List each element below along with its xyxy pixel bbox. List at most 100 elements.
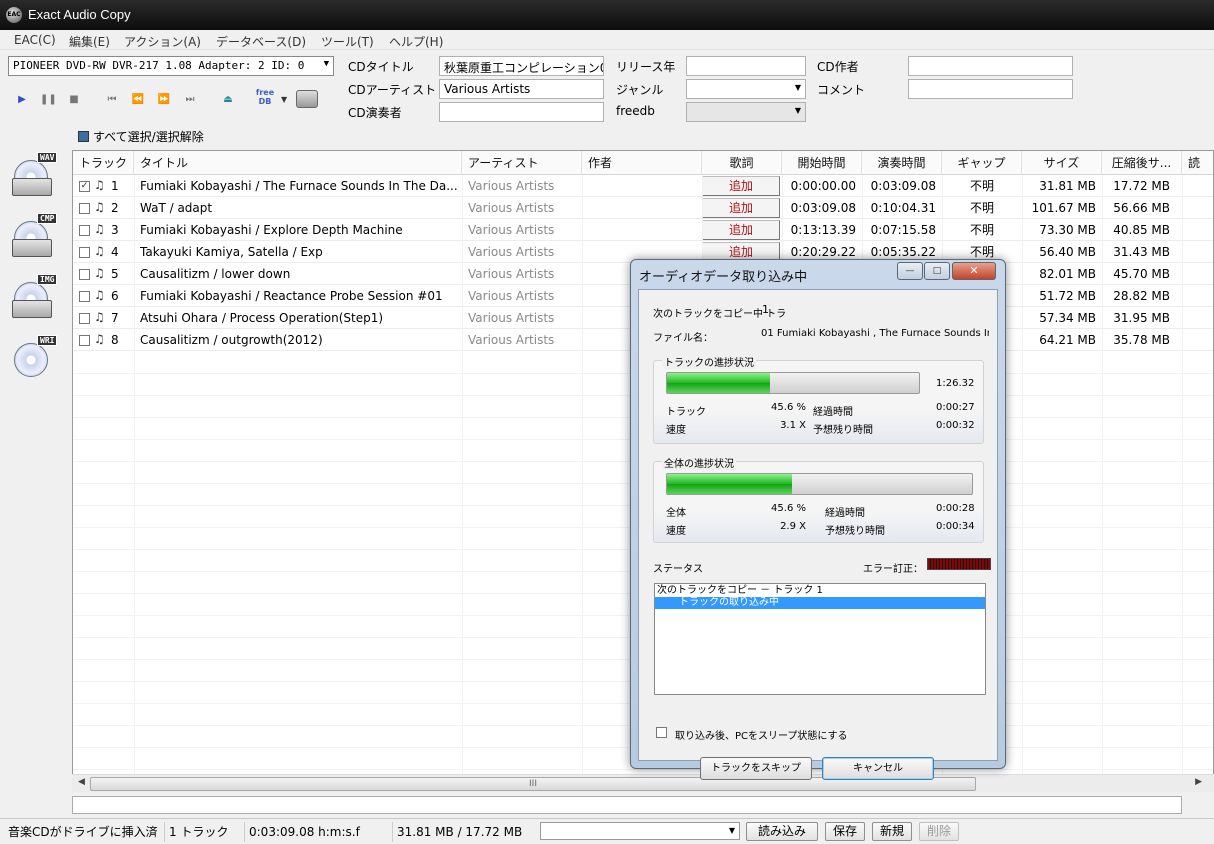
cd-performer-input[interactable] xyxy=(439,102,604,122)
chevron-down-icon[interactable]: ▼ xyxy=(281,95,287,104)
menu-edit[interactable]: 編集(E) xyxy=(69,33,110,50)
col-composer[interactable]: 作者 xyxy=(582,151,702,175)
sleep-checkbox-label: 取り込み後、PCをスリープ状態にする xyxy=(675,731,848,742)
save-button[interactable]: 保存 xyxy=(825,822,865,841)
grid-line xyxy=(73,769,1213,770)
menu-help[interactable]: ヘルプ(H) xyxy=(389,33,443,50)
select-all-toggle[interactable]: すべて選択/選択解除 xyxy=(78,128,204,145)
skip-track-button[interactable]: トラックをスキップ xyxy=(700,757,812,780)
col-gap[interactable]: ギャップ xyxy=(942,151,1022,175)
track-artist[interactable]: Various Artists xyxy=(468,285,580,307)
read-button[interactable]: 読み込み xyxy=(746,822,818,841)
log-strip xyxy=(72,796,1182,814)
track-title[interactable]: Takayuki Kamiya, Satella / Exp xyxy=(140,241,458,263)
drive-options-icon[interactable] xyxy=(296,90,318,108)
overall-progress-bar xyxy=(666,473,973,495)
copy-wav-button[interactable]: WAV xyxy=(10,152,62,204)
cd-artist-input[interactable]: Various Artists xyxy=(439,79,604,99)
music-note-icon: ♫ xyxy=(94,244,105,258)
add-lyrics-button[interactable]: 追加 xyxy=(702,220,780,240)
drive-select[interactable]: PIONEER DVD-RW DVR-217 1.08 Adapter: 2 I… xyxy=(8,56,334,76)
minimize-icon[interactable]: — xyxy=(897,262,923,280)
pause-icon[interactable]: ❚❚ xyxy=(40,92,57,108)
track-artist[interactable]: Various Artists xyxy=(468,241,580,263)
col-length[interactable]: 演奏時間 xyxy=(862,151,942,175)
col-start-time[interactable]: 開始時間 xyxy=(782,151,862,175)
menu-tools[interactable]: ツール(T) xyxy=(321,33,374,50)
col-compressed-size[interactable]: 圧縮後サ... xyxy=(1102,151,1182,175)
freedb-select[interactable]: ▼ xyxy=(686,102,806,122)
overall-remaining: 0:00:34 xyxy=(936,521,975,532)
cd-title-input[interactable]: 秋葉原重工コンピレーション01 xyxy=(439,56,604,76)
wri-tag: WRI xyxy=(37,335,58,346)
track-title[interactable]: Atsuhi Ohara / Process Operation(Step1) xyxy=(140,307,458,329)
rewind-icon[interactable]: ⏪ xyxy=(130,92,146,108)
col-size[interactable]: サイズ xyxy=(1022,151,1102,175)
track-artist[interactable]: Various Artists xyxy=(468,197,580,219)
release-year-input[interactable] xyxy=(686,56,806,76)
genre-select[interactable]: ▼ xyxy=(686,79,806,99)
cd-author-label: CD作者 xyxy=(817,60,859,74)
track-artist[interactable]: Various Artists xyxy=(468,263,580,285)
track-title[interactable]: Fumiaki Kobayashi / Explore Depth Machin… xyxy=(140,219,458,241)
profile-select[interactable]: ▼ xyxy=(540,822,740,840)
track-title[interactable]: WaT / adapt xyxy=(140,197,458,219)
add-lyrics-button[interactable]: 追加 xyxy=(702,198,780,218)
copy-compressed-button[interactable]: CMP xyxy=(10,213,62,265)
close-icon[interactable]: ✕ xyxy=(952,262,996,280)
table-row[interactable]: ♫ 3 Fumiaki Kobayashi / Explore Depth Mach… xyxy=(73,219,1213,241)
write-cd-button[interactable]: WRI xyxy=(10,335,62,387)
col-track[interactable]: トラック xyxy=(73,151,134,175)
copy-image-button[interactable]: IMG xyxy=(10,274,62,326)
play-icon[interactable]: ▶ xyxy=(14,92,30,108)
next-track-icon[interactable]: ⏭ xyxy=(182,92,198,108)
col-read[interactable]: 読 xyxy=(1182,151,1213,175)
track-checkbox[interactable] xyxy=(79,291,90,302)
track-checkbox[interactable]: ✓ xyxy=(79,181,90,192)
eject-icon[interactable]: ⏏ xyxy=(220,92,236,108)
music-note-icon: ♫ xyxy=(94,200,105,214)
table-row[interactable]: ✓ ♫ 1 Fumiaki Kobayashi / The Furnace Sound… xyxy=(73,175,1213,197)
comment-input[interactable] xyxy=(908,79,1073,99)
maximize-icon[interactable]: □ xyxy=(924,262,950,280)
track-checkbox[interactable] xyxy=(79,203,90,214)
column-divider xyxy=(462,175,463,775)
col-title[interactable]: タイトル xyxy=(134,151,462,175)
add-lyrics-button[interactable]: 追加 xyxy=(702,176,780,196)
track-title[interactable]: Fumiaki Kobayashi / Reactance Probe Sess… xyxy=(140,285,458,307)
previous-track-icon[interactable]: ⏮ xyxy=(104,92,120,108)
menu-action[interactable]: アクション(A) xyxy=(124,33,201,50)
track-title[interactable]: Fumiaki Kobayashi / The Furnace Sounds I… xyxy=(140,175,458,197)
track-artist[interactable]: Various Artists xyxy=(468,307,580,329)
scroll-left-icon[interactable]: ◀ xyxy=(78,777,85,787)
track-checkbox[interactable] xyxy=(79,313,90,324)
track-checkbox[interactable] xyxy=(79,225,90,236)
table-row[interactable]: ♫ 2 WaT / adapt Various Artists 追加 0:03:09.08… xyxy=(73,197,1213,219)
track-title[interactable]: Causalitizm / outgrowth(2012) xyxy=(140,329,458,351)
menu-eac[interactable]: EAC(C) xyxy=(14,33,56,47)
new-button[interactable]: 新規 xyxy=(872,822,912,841)
delete-button[interactable]: 削除 xyxy=(919,822,959,841)
horizontal-scrollbar[interactable]: ◀ III ▶ xyxy=(72,774,1214,792)
track-checkbox[interactable] xyxy=(79,335,90,346)
scroll-right-icon[interactable]: ▶ xyxy=(1195,777,1202,787)
track-checkbox[interactable] xyxy=(79,269,90,280)
col-artist[interactable]: アーティスト xyxy=(462,151,582,175)
track-artist[interactable]: Various Artists xyxy=(468,219,580,241)
freedb-icon[interactable]: free DB xyxy=(253,88,277,112)
track-checkbox[interactable] xyxy=(79,247,90,258)
track-title[interactable]: Causalitizm / lower down xyxy=(140,263,458,285)
cd-author-input[interactable] xyxy=(908,56,1073,76)
track-artist[interactable]: Various Artists xyxy=(468,329,580,351)
chevron-down-icon: ▼ xyxy=(323,59,329,69)
col-lyrics[interactable]: 歌詞 xyxy=(702,151,782,175)
track-artist[interactable]: Various Artists xyxy=(468,175,580,197)
fast-forward-icon[interactable]: ⏩ xyxy=(156,92,172,108)
status-log[interactable]: 次のトラックをコピー － トラック 1 トラックの取り込み中 xyxy=(654,583,986,695)
stop-icon[interactable]: ■ xyxy=(66,92,82,108)
cancel-button[interactable]: キャンセル xyxy=(822,757,934,780)
cd-disc-icon xyxy=(14,343,48,377)
sleep-checkbox[interactable] xyxy=(656,727,667,738)
menu-database[interactable]: データベース(D) xyxy=(216,33,306,50)
log-line-selected[interactable]: トラックの取り込み中 xyxy=(655,597,985,609)
